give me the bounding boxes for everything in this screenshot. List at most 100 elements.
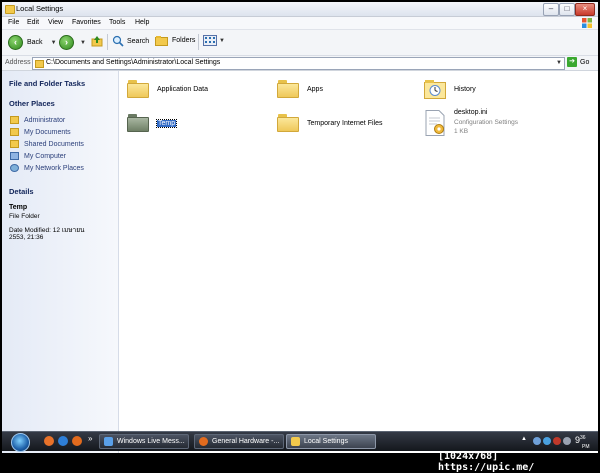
forward-button[interactable]: › ▼ — [59, 35, 86, 50]
windows-logo-icon — [582, 18, 592, 28]
firefox-icon — [199, 437, 208, 446]
clock-minute: 36 — [580, 435, 586, 441]
volume-tray-icon[interactable] — [563, 437, 571, 445]
place-label: My Network Places — [24, 164, 84, 172]
chevron-down-icon[interactable]: ▼ — [555, 59, 563, 68]
minimize-button[interactable]: – — [543, 3, 559, 16]
menu-view[interactable]: View — [48, 19, 63, 26]
config-file-icon — [425, 110, 445, 136]
folders-button[interactable]: Folders — [155, 35, 195, 46]
place-label: Shared Documents — [24, 140, 84, 148]
up-folder-button[interactable] — [91, 35, 103, 47]
place-label: Administrator — [24, 116, 66, 124]
taskbar-button-label: Windows Live Mess... — [117, 438, 185, 445]
folder-icon — [35, 60, 44, 68]
watermark-text: [1024x768] https://upic.me/ — [438, 451, 535, 473]
start-button[interactable] — [11, 433, 30, 452]
chevron-down-icon[interactable]: ▼ — [51, 40, 57, 46]
file-name: History — [454, 85, 476, 93]
taskbar-button-label: Local Settings — [304, 438, 348, 445]
window-title: Local Settings — [16, 4, 64, 13]
messenger-icon — [104, 437, 113, 446]
folder-icon — [10, 116, 19, 124]
firefox-icon[interactable] — [72, 436, 82, 446]
title-bar[interactable]: Local Settings – □ × — [2, 2, 598, 17]
toolbar-separator — [107, 34, 108, 50]
taskbar-button-messenger[interactable]: Windows Live Mess... — [99, 434, 189, 449]
close-button[interactable]: × — [575, 3, 595, 16]
network-icon — [10, 164, 19, 172]
file-item-history[interactable]: History — [424, 79, 476, 99]
place-label: My Computer — [24, 152, 67, 160]
menu-favorites[interactable]: Favorites — [72, 19, 101, 26]
file-info: desktop.ini Configuration Settings 1 KB — [454, 108, 518, 137]
task-pane: File and Folder Tasks Other Places Admin… — [2, 71, 119, 453]
address-label: Address — [5, 59, 31, 66]
file-name: Temp — [155, 118, 178, 128]
file-item-apps[interactable]: Apps — [277, 80, 323, 98]
taskbar-button-label: General Hardware -... — [212, 438, 280, 445]
file-item-desktop-ini[interactable]: desktop.ini Configuration Settings 1 KB — [424, 108, 518, 137]
menu-file[interactable]: File — [8, 19, 19, 26]
search-button[interactable]: Search — [112, 35, 149, 47]
go-arrow-icon: ➔ — [567, 57, 577, 67]
file-name: desktop.ini — [454, 109, 488, 116]
folder-icon — [5, 5, 15, 14]
tray-expand-icon[interactable]: ▲ — [521, 436, 527, 442]
folder-icon — [277, 80, 299, 98]
internet-explorer-icon[interactable] — [58, 436, 68, 446]
menu-edit[interactable]: Edit — [27, 19, 39, 26]
chevron-down-icon[interactable]: ▼ — [219, 38, 225, 44]
taskbar-clock[interactable]: 936 PM — [575, 435, 590, 450]
toolbar-separator — [198, 34, 199, 50]
security-tray-icon[interactable] — [553, 437, 561, 445]
clock-ampm: PM — [582, 444, 590, 450]
file-item-temp[interactable]: Temp — [127, 114, 178, 132]
place-my-documents[interactable]: My Documents — [10, 128, 71, 136]
address-input[interactable]: C:\Documents and Settings\Administrator\… — [32, 57, 565, 70]
address-path[interactable]: C:\Documents and Settings\Administrator\… — [46, 59, 220, 66]
back-label: Back — [27, 39, 43, 46]
chevron-down-icon[interactable]: ▼ — [80, 40, 86, 46]
views-icon — [203, 35, 217, 46]
place-my-network-places[interactable]: My Network Places — [10, 164, 84, 172]
file-folder-tasks-heading[interactable]: File and Folder Tasks — [9, 79, 85, 88]
maximize-button[interactable]: □ — [559, 3, 575, 16]
place-my-computer[interactable]: My Computer — [10, 152, 66, 160]
taskbar-button-general-hardware[interactable]: General Hardware -... — [194, 434, 284, 449]
search-label: Search — [127, 37, 150, 45]
views-button[interactable]: ▼ — [203, 35, 225, 46]
explorer-window: Local Settings – □ × File Edit View Favo… — [2, 2, 598, 453]
folder-icon — [277, 114, 299, 132]
file-item-application-data[interactable]: Application Data — [127, 80, 208, 98]
taskbar-button-local-settings[interactable]: Local Settings — [286, 434, 376, 449]
details-name: Temp — [9, 204, 28, 211]
place-administrator[interactable]: Administrator — [10, 116, 65, 124]
file-name: Apps — [307, 85, 323, 93]
folder-icon — [127, 114, 149, 132]
menu-tools[interactable]: Tools — [109, 19, 125, 26]
search-icon — [112, 35, 124, 47]
back-button[interactable]: ‹ Back ▼ — [8, 35, 57, 50]
place-label: My Documents — [24, 128, 71, 136]
place-shared-documents[interactable]: Shared Documents — [10, 140, 84, 148]
file-item-temporary-internet-files[interactable]: Temporary Internet Files — [277, 114, 382, 132]
address-bar: Address C:\Documents and Settings\Admini… — [2, 56, 598, 71]
file-type: Configuration Settings — [454, 118, 518, 126]
other-places-heading[interactable]: Other Places — [9, 99, 55, 108]
file-name: Temporary Internet Files — [307, 119, 383, 127]
shared-folder-icon — [10, 140, 19, 148]
menu-help[interactable]: Help — [135, 19, 149, 26]
details-heading[interactable]: Details — [9, 187, 34, 196]
network-tray-icon[interactable] — [533, 437, 541, 445]
forward-arrow-icon: › — [59, 35, 74, 50]
folders-icon — [155, 36, 168, 46]
file-list: Application Data Apps History Temp Tempo… — [119, 71, 598, 453]
folders-label: Folders — [172, 37, 196, 44]
file-name: Application Data — [157, 85, 208, 93]
messenger-tray-icon[interactable] — [543, 437, 551, 445]
quicklaunch-app-icon[interactable] — [44, 436, 54, 446]
go-button[interactable]: ➔ Go — [567, 57, 589, 67]
quicklaunch-expand-icon[interactable]: » — [88, 434, 92, 443]
details-type: File Folder — [9, 213, 40, 220]
